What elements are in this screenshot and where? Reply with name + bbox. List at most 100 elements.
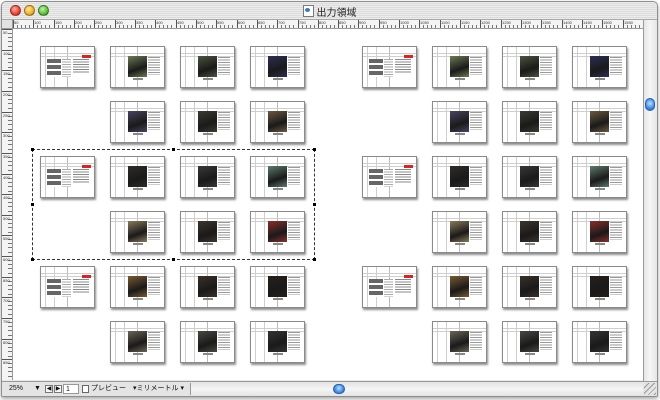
ruler-tick-label: 1050	[420, 20, 429, 25]
page-spread[interactable]	[250, 266, 305, 308]
page-spread[interactable]	[180, 46, 235, 88]
text-column	[288, 222, 300, 240]
ruler-minor-tick	[232, 25, 233, 28]
selection-handle-bottom-left[interactable]	[31, 258, 34, 261]
ruler-minor-tick	[204, 25, 205, 28]
ruler-minor-tick	[17, 25, 18, 28]
photo-image	[268, 111, 287, 132]
page-spread[interactable]	[572, 211, 627, 253]
selection-handle-top-left[interactable]	[31, 148, 34, 151]
ruler-minor-tick	[208, 25, 209, 28]
selection-handle-middle-left[interactable]	[31, 203, 34, 206]
text-column	[610, 167, 622, 185]
page-spread[interactable]	[180, 101, 235, 143]
page-spread[interactable]	[250, 211, 305, 253]
page-icon[interactable]	[82, 385, 89, 393]
page-spread[interactable]	[502, 211, 557, 253]
selection-handle-bottom-middle[interactable]	[172, 258, 175, 261]
ruler-tick-label: 700	[3, 298, 10, 303]
layout-canvas[interactable]	[13, 29, 643, 380]
page-spread[interactable]	[432, 46, 487, 88]
page-spread[interactable]	[572, 101, 627, 143]
page-spread[interactable]	[572, 266, 627, 308]
guide-line	[573, 273, 626, 274]
photo-image	[128, 276, 147, 297]
previous-page-button[interactable]: ◀	[45, 385, 53, 393]
selection-handle-top-middle[interactable]	[172, 148, 175, 151]
ruler-minor-tick	[618, 25, 619, 28]
zoom-field[interactable]: 25%	[9, 384, 31, 394]
ruler-minor-tick	[8, 285, 12, 286]
vertical-scrollbar[interactable]	[643, 20, 657, 381]
page-spread[interactable]	[40, 266, 95, 308]
page-spread[interactable]	[110, 321, 165, 363]
guide-line	[516, 322, 517, 362]
horizontal-scrollbar[interactable]	[190, 383, 643, 395]
ruler-minor-tick	[472, 25, 473, 28]
page-spread[interactable]	[180, 321, 235, 363]
page-spread[interactable]	[110, 266, 165, 308]
next-page-button[interactable]: ▶	[54, 385, 62, 393]
page-spread[interactable]	[432, 101, 487, 143]
zoom-dropdown-arrow-icon[interactable]: ▼	[34, 384, 42, 394]
guide-line	[185, 47, 186, 87]
title-bar[interactable]: 出力領域	[2, 2, 657, 20]
page-spread[interactable]	[110, 46, 165, 88]
ruler-origin[interactable]	[2, 20, 13, 29]
page-spread[interactable]	[110, 101, 165, 143]
vertical-scroll-thumb[interactable]	[645, 98, 655, 111]
ruler-minor-tick	[362, 25, 363, 28]
page-spread[interactable]	[432, 321, 487, 363]
ruler-minor-tick	[8, 351, 12, 352]
page-spread[interactable]	[250, 101, 305, 143]
ruler-minor-tick	[8, 67, 12, 68]
page-spread[interactable]	[110, 156, 165, 198]
page-spread[interactable]	[362, 46, 417, 88]
page-spread[interactable]	[502, 156, 557, 198]
selection-handle-bottom-right[interactable]	[313, 258, 316, 261]
vertical-ruler[interactable]: 50 100 150 200 250 300 350 400 450 500 550 600 650 70…	[2, 29, 13, 380]
page-number-field[interactable]: 1	[63, 384, 79, 394]
title-bar-mark	[82, 275, 91, 278]
page-spread[interactable]	[180, 211, 235, 253]
page-spread[interactable]	[250, 46, 305, 88]
page-spread[interactable]	[502, 321, 557, 363]
page-spread[interactable]	[572, 156, 627, 198]
page-spread[interactable]	[180, 266, 235, 308]
photo-image	[128, 221, 147, 242]
horizontal-ruler[interactable]: 50 100 150 200 250 300 350 400 450 500 550 600 650 70…	[13, 20, 643, 29]
selection-handle-middle-right[interactable]	[313, 203, 316, 206]
photo-image	[450, 221, 469, 242]
text-column	[288, 332, 300, 350]
page-spread[interactable]	[572, 46, 627, 88]
page-spread[interactable]	[40, 46, 95, 88]
ruler-minor-tick	[326, 25, 327, 28]
page-spread[interactable]	[362, 156, 417, 198]
page-spread[interactable]	[572, 321, 627, 363]
unit-popup[interactable]: ▾ミリメートル ▾	[133, 384, 189, 394]
guide-line	[437, 322, 438, 362]
page-spread[interactable]	[40, 156, 95, 198]
guide-line	[516, 157, 517, 197]
resize-grip-icon[interactable]	[644, 383, 656, 395]
page-spread[interactable]	[362, 266, 417, 308]
ruler-minor-tick	[476, 25, 477, 28]
page-spread[interactable]	[180, 156, 235, 198]
page-spread[interactable]	[250, 156, 305, 198]
page-spread[interactable]	[502, 101, 557, 143]
page-spread[interactable]	[110, 211, 165, 253]
view-mode-label: プレビュー	[91, 385, 126, 392]
page-spread[interactable]	[250, 321, 305, 363]
guide-line	[115, 102, 116, 142]
photo-image	[268, 166, 287, 187]
horizontal-scroll-thumb[interactable]	[333, 384, 345, 394]
page-spread[interactable]	[432, 211, 487, 253]
ruler-minor-tick	[444, 25, 445, 28]
photo-image	[590, 56, 609, 77]
page-spread[interactable]	[432, 156, 487, 198]
page-spread[interactable]	[432, 266, 487, 308]
page-spread[interactable]	[502, 266, 557, 308]
page-spread[interactable]	[502, 46, 557, 88]
selection-handle-top-right[interactable]	[313, 148, 316, 151]
view-mode-popup[interactable]: プレビュー ▾	[91, 384, 131, 396]
